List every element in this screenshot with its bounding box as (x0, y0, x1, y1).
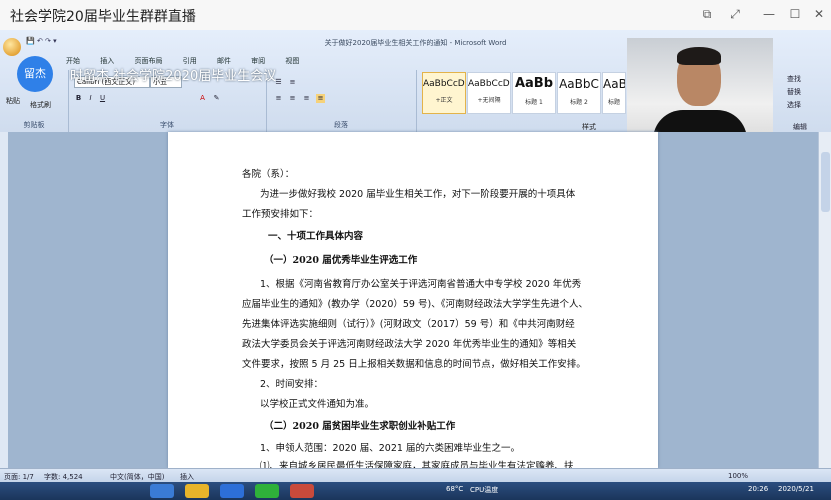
tab-review[interactable]: 审阅 (251, 57, 265, 65)
word-statusbar: 页面: 1/7 字数: 4,524 中文(简体，中国) 插入 100% (0, 468, 831, 483)
tab-layout[interactable]: 页面布局 (134, 57, 162, 65)
popout-icon[interactable]: ⧉ (698, 6, 716, 22)
paste-button[interactable]: 粘贴 (6, 96, 20, 106)
doc-line: 文件要求，按照 5 月 25 日上报相关数据和信息的时间节点，做好相关工作安排。 (242, 359, 586, 370)
style-name: +正文 (435, 97, 453, 104)
close-icon[interactable]: ✕ (810, 6, 828, 22)
minimize-icon[interactable]: — (760, 6, 778, 22)
ie-icon[interactable] (150, 484, 174, 498)
scrollbar-thumb[interactable] (821, 152, 830, 212)
style-heading-2[interactable]: AaBbC 标题 2 (557, 72, 601, 114)
style-name: 标题 (607, 99, 620, 106)
doc-heading: （二）2020 届贫困毕业生求职创业补贴工作 (264, 421, 456, 432)
italic-button[interactable]: I (86, 94, 95, 103)
tab-home[interactable]: 开始 (66, 57, 80, 65)
bold-button[interactable]: B (74, 94, 83, 103)
doc-line: 2、时间安排： (260, 379, 324, 390)
styles-group-label: 样式 (582, 123, 596, 131)
paragraph-group: ☰ ≡ ≡ ≡ ≡ ≡ 段落 (266, 70, 417, 132)
doc-line: 1、根据《河南省教育厅办公室关于评选河南省普通大中专学校 2020 年优秀 (260, 279, 582, 290)
app-icon[interactable] (290, 484, 314, 498)
doc-heading: 一、十项工作具体内容 (268, 231, 364, 242)
document-page[interactable]: 各院（系）： 为进一步做好我校 2020 届毕业生相关工作，对下一阶段要开展的十… (168, 132, 658, 468)
app-title: 社会学院20届毕业生群群直播 (10, 9, 196, 25)
doc-line: 1、申领人范围：2020 届、2021 届的六类困难毕业生之一。 (260, 443, 520, 454)
presenter-avatar: 留杰 (17, 56, 53, 92)
tab-references[interactable]: 引用 (183, 57, 197, 65)
find-button[interactable]: 查找 (787, 74, 801, 84)
style-name: 标题 2 (570, 99, 588, 106)
doc-line: 以学校正式文件通知为准。 (260, 399, 375, 410)
highlight-icon[interactable]: ✎ (212, 94, 221, 103)
style-sample: AaBbC (559, 77, 599, 91)
doc-line: 工作预安排如下： (242, 209, 319, 220)
select-button[interactable]: 选择 (787, 100, 801, 110)
cpu-temp-label: CPU温度 (470, 486, 499, 494)
align-center-icon[interactable]: ≡ (288, 94, 297, 103)
tab-view[interactable]: 视图 (285, 57, 299, 65)
cpu-temp: 68°C (446, 485, 464, 493)
insert-mode[interactable]: 插入 (180, 472, 194, 482)
style-normal[interactable]: AaBbCcDd +正文 (422, 72, 466, 114)
style-title[interactable]: AaB 标题 (602, 72, 626, 114)
folder-icon[interactable] (185, 484, 209, 498)
document-workspace: 各院（系）： 为进一步做好我校 2020 届毕业生相关工作，对下一阶段要开展的十… (0, 132, 831, 468)
align-right-icon[interactable]: ≡ (302, 94, 311, 103)
underline-button[interactable]: U (98, 94, 107, 103)
style-name: 标题 1 (525, 99, 543, 106)
presenter-hair (677, 47, 721, 65)
vertical-ruler (0, 132, 8, 468)
maximize-icon[interactable]: ☐ (786, 6, 804, 22)
doc-heading: （一）2020 届优秀毕业生评选工作 (264, 255, 418, 266)
clock-time: 20:26 (748, 485, 769, 493)
windows-taskbar: 68°C CPU温度 20:26 2020/5/21 (0, 482, 831, 500)
style-sample: AaBbCcDd (468, 79, 510, 89)
page-count: 页面: 1/7 (4, 473, 34, 481)
app-titlebar: 社会学院20届毕业生群群直播 ⧉ ⤢ — ☐ ✕ (0, 0, 831, 31)
word-count: 字数: 4,524 (44, 473, 83, 481)
font-group-label: 字体 (160, 121, 174, 129)
qq-icon[interactable] (220, 484, 244, 498)
doc-line: 为进一步做好我校 2020 届毕业生相关工作，对下一阶段要开展的十项具体 (260, 189, 576, 200)
numbering-icon[interactable]: ≡ (288, 78, 297, 87)
style-heading-1[interactable]: AaBb 标题 1 (512, 72, 556, 114)
style-sample: AaB (603, 77, 625, 91)
justify-icon[interactable]: ≡ (316, 94, 325, 103)
paragraph-group-label: 段落 (334, 121, 348, 129)
editing-group-label: 编辑 (793, 123, 807, 131)
style-name: +无间隔 (477, 97, 501, 104)
doc-line: 政法大学委员会关于评选河南财经政法大学 2020 年优秀毕业生的通知》等相关 (242, 339, 577, 350)
fullscreen-icon[interactable]: ⤢ (726, 6, 744, 22)
style-sample: AaBb (514, 76, 554, 91)
tab-insert[interactable]: 插入 (100, 57, 114, 65)
vertical-scrollbar[interactable] (818, 132, 831, 468)
clipboard-group-label: 剪贴板 (23, 121, 45, 129)
wechat-icon[interactable] (255, 484, 279, 498)
language-indicator[interactable]: 中文(简体，中国) (110, 472, 164, 482)
style-no-spacing[interactable]: AaBbCcDd +无间隔 (467, 72, 511, 114)
font-color-icon[interactable]: A (198, 94, 207, 103)
doc-line: 各院（系）： (242, 169, 295, 180)
style-sample: AaBbCcDd (423, 79, 465, 89)
doc-line: ⑴、来自城乡居民最低生活保障家庭，其家庭成员与毕业生有法定赡养、扶 (260, 461, 574, 468)
presenter-name: 时留杰 社会学院2020届毕业生会议 (70, 69, 277, 84)
zoom-level[interactable]: 100% (728, 472, 748, 480)
tab-mailings[interactable]: 邮件 (217, 57, 231, 65)
align-left-icon[interactable]: ≡ (274, 94, 283, 103)
doc-line: 应届毕业生的通知》(教办学（2020）59 号)、《河南财经政法大学学生先进个人… (242, 299, 588, 310)
replace-button[interactable]: 替换 (787, 87, 801, 97)
clock-date: 2020/5/21 (778, 485, 814, 493)
format-painter-button[interactable]: 格式刷 (30, 100, 51, 110)
doc-line: 先进集体评选实施细则（试行）》(河财政文（2017）59 号）和《中共河南财经 (242, 319, 575, 330)
